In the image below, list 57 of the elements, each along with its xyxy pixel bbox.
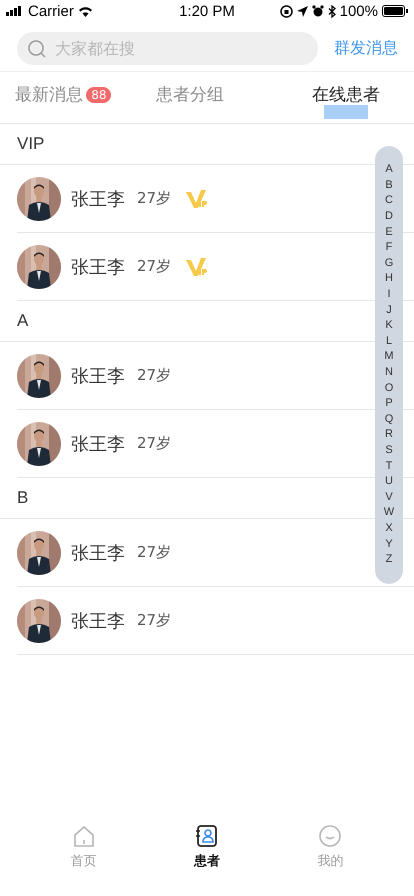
- index-letter[interactable]: S: [385, 442, 393, 459]
- patient-age: 27岁: [137, 434, 172, 453]
- patient-age: 27岁: [137, 366, 172, 385]
- index-letter[interactable]: P: [385, 396, 393, 412]
- search-icon: [27, 39, 47, 59]
- patient-name: 张王李: [71, 188, 125, 210]
- patient-row[interactable]: 张王李 27岁: [17, 587, 414, 655]
- section-header: VIP: [17, 134, 44, 154]
- lock-rotation-icon: [280, 4, 293, 18]
- alarm-icon: [312, 5, 324, 17]
- index-letter[interactable]: N: [385, 365, 393, 381]
- index-letter[interactable]: H: [385, 271, 393, 288]
- index-letter[interactable]: V: [385, 490, 393, 506]
- patient-age: 27岁: [137, 189, 172, 208]
- index-letter[interactable]: K: [385, 318, 393, 334]
- location-icon: [296, 6, 308, 16]
- index-letter[interactable]: F: [386, 240, 392, 256]
- clock-time: 1:20 PM: [179, 2, 235, 20]
- count-badge: 88: [86, 86, 112, 102]
- index-letter[interactable]: Y: [385, 536, 393, 552]
- battery-percent: 100%: [340, 2, 378, 20]
- index-letter[interactable]: M: [384, 349, 394, 365]
- index-letter[interactable]: O: [384, 380, 394, 396]
- tab-bar-item[interactable]: 患者: [176, 816, 237, 886]
- patient-name: 张王李: [71, 256, 125, 278]
- home-icon: [72, 824, 96, 848]
- patient-name: 张王李: [71, 364, 125, 388]
- smiley-icon: [318, 824, 342, 848]
- index-letter[interactable]: A: [385, 162, 393, 178]
- wifi-icon: [78, 6, 93, 16]
- index-letter[interactable]: X: [385, 520, 393, 537]
- signal-icon: [6, 6, 24, 16]
- patient-name: 张王李: [71, 542, 125, 564]
- index-letter[interactable]: T: [386, 458, 392, 474]
- index-letter[interactable]: R: [385, 427, 393, 443]
- index-letter[interactable]: B: [385, 178, 393, 194]
- section-header: B: [17, 488, 28, 508]
- search-field[interactable]: 大家都在搜: [17, 32, 318, 65]
- index-letter[interactable]: J: [386, 302, 392, 318]
- patient-name: 张王李: [71, 610, 125, 632]
- patient-age: 27岁: [137, 257, 172, 276]
- index-letter[interactable]: D: [385, 209, 393, 225]
- index-letter[interactable]: G: [384, 256, 394, 272]
- index-letter[interactable]: W: [384, 505, 394, 521]
- index-letter[interactable]: I: [387, 287, 391, 303]
- section-header: A: [17, 311, 28, 331]
- contact-book-icon: [194, 824, 219, 848]
- index-letter[interactable]: Z: [386, 552, 392, 568]
- index-letter[interactable]: Q: [384, 412, 394, 428]
- patient-name: 张王李: [71, 432, 125, 456]
- bluetooth-icon: [328, 4, 336, 18]
- patient-age: 27岁: [137, 611, 172, 630]
- carrier-name: Carrier: [28, 2, 74, 20]
- tab[interactable]: 在线患者: [253, 72, 414, 123]
- patient-age: 27岁: [137, 543, 172, 562]
- battery-icon: [382, 5, 408, 17]
- index-letter[interactable]: C: [385, 193, 393, 210]
